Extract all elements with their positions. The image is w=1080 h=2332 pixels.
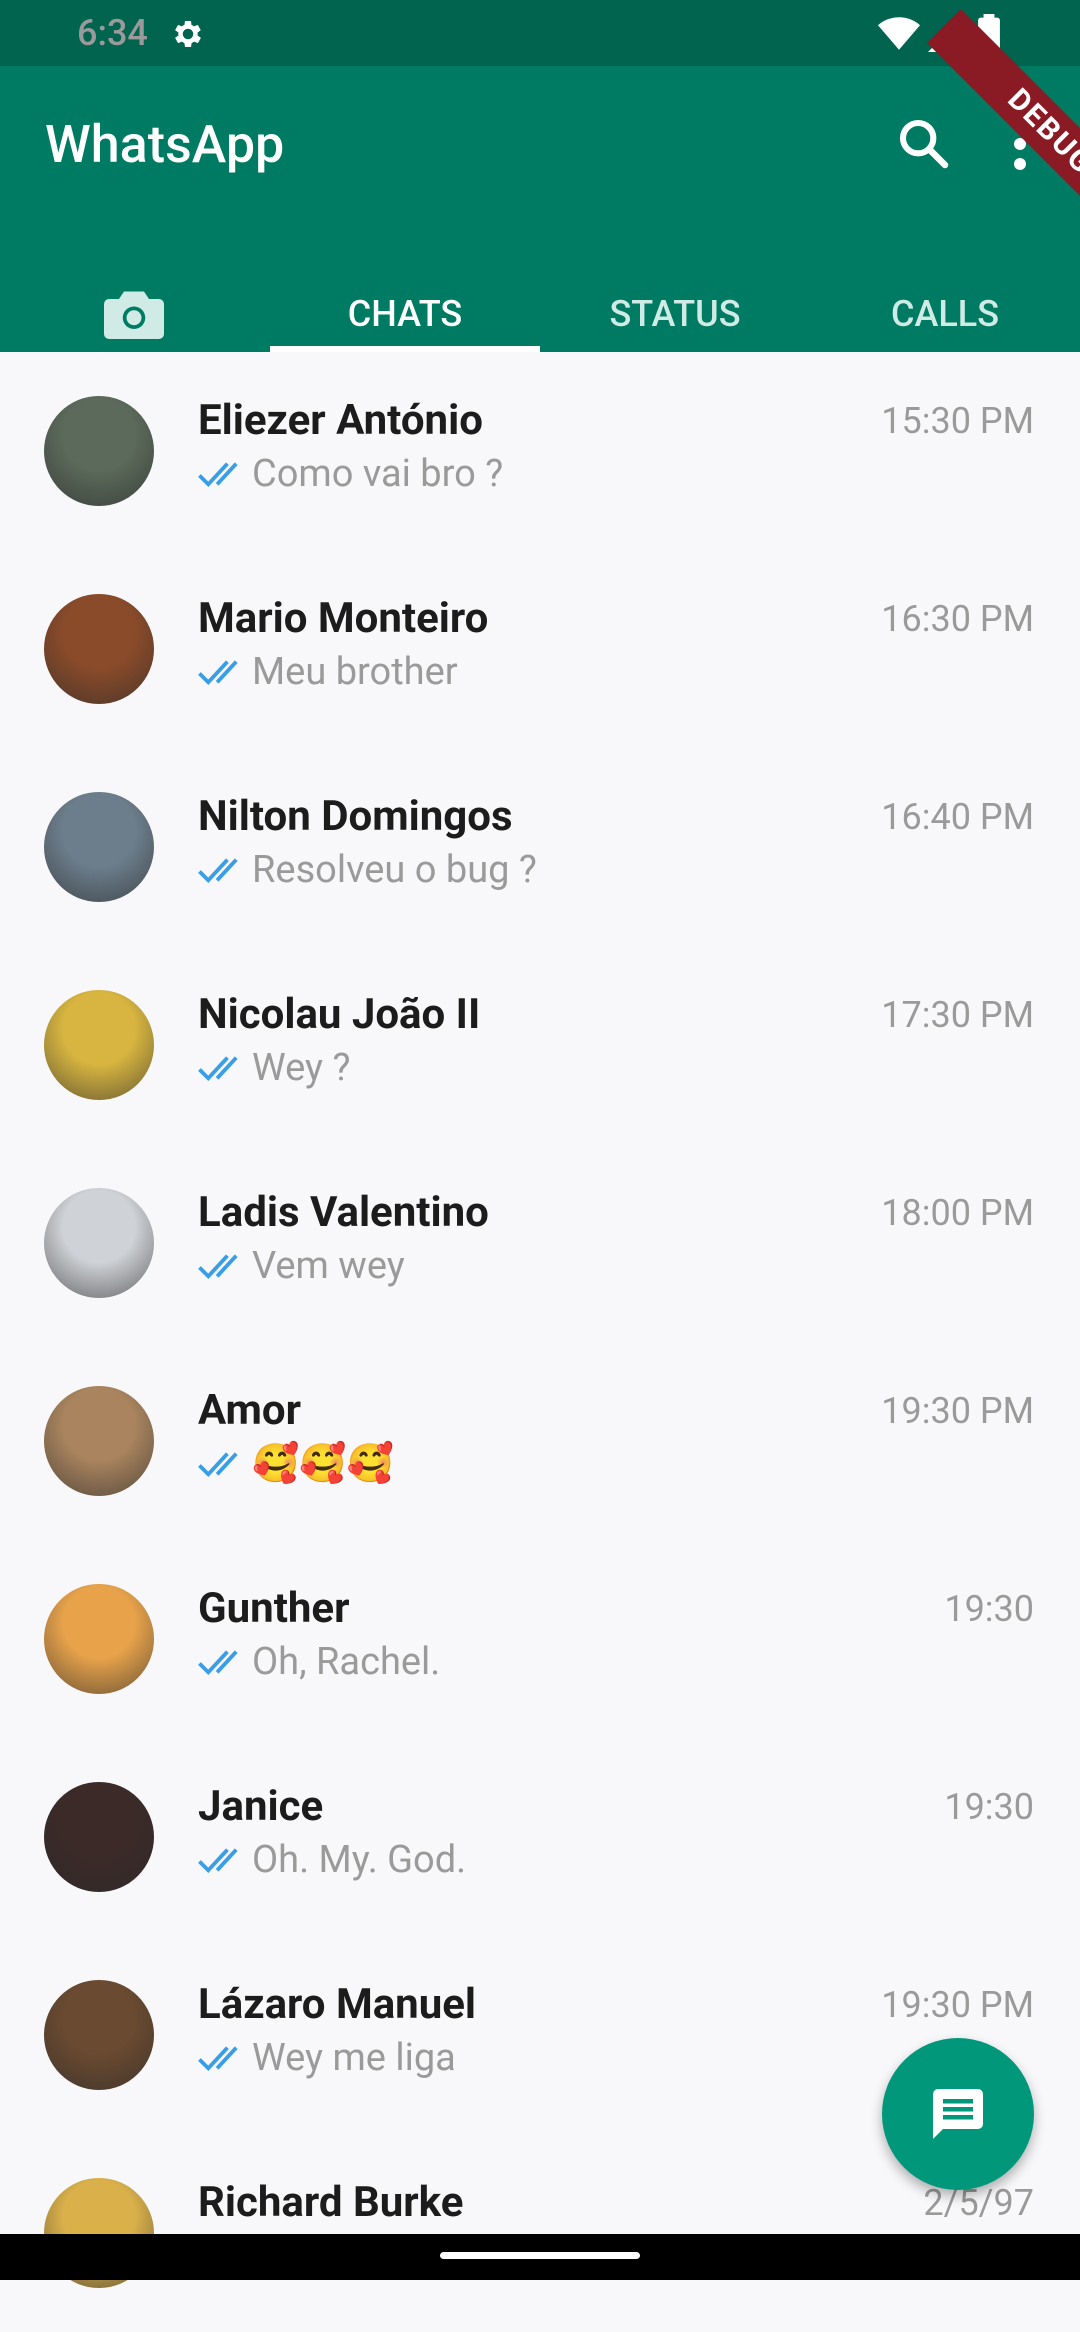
double-check-icon [198, 2046, 238, 2072]
message-icon [933, 2089, 983, 2139]
message-text: Oh, Rachel. [252, 1640, 441, 1684]
avatar[interactable] [44, 990, 154, 1100]
chat-row[interactable]: Eliezer António 15:30 PM Como vai bro ? [0, 352, 1080, 550]
message-preview: Oh. My. God. [198, 1838, 466, 1882]
double-check-icon [198, 858, 238, 884]
contact-name: Janice [198, 1782, 324, 1831]
new-chat-button[interactable] [882, 2038, 1034, 2190]
avatar[interactable] [44, 1980, 154, 2090]
message-preview: Vem wey [198, 1244, 405, 1288]
message-preview: Oh, Rachel. [198, 1640, 440, 1684]
message-text: Wey ? [252, 1046, 351, 1090]
status-bar: 6:34 [0, 0, 1080, 66]
tab-chats[interactable]: CHATS [270, 276, 540, 352]
double-check-icon [198, 660, 238, 686]
chat-row[interactable]: Janice 19:30 Oh. My. God. [0, 1738, 1080, 1936]
message-preview: 🥰🥰🥰 [198, 1442, 394, 1486]
contact-name: Amor [198, 1386, 302, 1435]
app-bar: WhatsApp DEBUG CHATS STATUS CALLS [0, 8, 1080, 352]
tab-calls[interactable]: CALLS [810, 276, 1080, 352]
message-preview: Meu brother [198, 650, 458, 694]
message-text: Meu brother [252, 650, 458, 694]
contact-name: Mario Monteiro [198, 594, 489, 643]
chat-row[interactable]: Gunther 19:30 Oh, Rachel. [0, 1540, 1080, 1738]
tab-chats-label: CHATS [347, 293, 463, 335]
gear-icon [175, 20, 201, 48]
contact-name: Eliezer António [198, 396, 483, 445]
double-check-icon [198, 1848, 238, 1874]
contact-name: Gunther [198, 1584, 350, 1633]
avatar[interactable] [44, 594, 154, 704]
message-time: 19:30 PM [881, 1390, 1034, 1432]
message-text: 🥰🥰🥰 [252, 1442, 394, 1486]
message-preview: Wey ? [198, 1046, 350, 1090]
wifi-icon [878, 17, 920, 50]
message-time: 18:00 PM [881, 1192, 1034, 1234]
double-check-icon [198, 462, 238, 488]
avatar[interactable] [44, 1782, 154, 1892]
tab-calls-label: CALLS [890, 293, 1000, 335]
message-text: Resolveu o bug ? [252, 848, 537, 892]
system-nav-bar [0, 2234, 1080, 2280]
tab-status-label: STATUS [609, 293, 741, 335]
message-time: 19:30 [944, 1588, 1034, 1630]
home-handle[interactable] [440, 2252, 640, 2259]
message-preview: Como vai bro ? [198, 452, 503, 496]
message-time: 16:40 PM [881, 796, 1034, 838]
chat-row[interactable]: Ladis Valentino 18:00 PM Vem wey [0, 1144, 1080, 1342]
contact-name: Nicolau João II [198, 990, 481, 1039]
message-time: 15:30 PM [881, 400, 1034, 442]
contact-name: Nilton Domingos [198, 792, 513, 841]
message-time: 2/5/97 [923, 2182, 1034, 2224]
app-title: WhatsApp [45, 114, 285, 175]
message-preview: Resolveu o bug ? [198, 848, 537, 892]
camera-icon [104, 291, 164, 339]
message-text: Wey me liga [252, 2036, 456, 2080]
tab-bar: CHATS STATUS CALLS [0, 276, 1080, 352]
search-icon[interactable] [896, 116, 952, 172]
avatar[interactable] [44, 1386, 154, 1496]
contact-name: Ladis Valentino [198, 1188, 489, 1237]
message-preview: Wey me liga [198, 2036, 456, 2080]
message-text: Como vai bro ? [252, 452, 504, 496]
message-time: 17:30 PM [881, 994, 1034, 1036]
double-check-icon [198, 1650, 238, 1676]
chat-row[interactable]: Mario Monteiro 16:30 PM Meu brother [0, 550, 1080, 748]
contact-name: Richard Burke [198, 2178, 464, 2227]
double-check-icon [198, 1056, 238, 1082]
avatar[interactable] [44, 792, 154, 902]
message-time: 19:30 PM [881, 1984, 1034, 2026]
avatar[interactable] [44, 1584, 154, 1694]
tab-camera[interactable] [0, 276, 270, 352]
chat-row[interactable]: Nicolau João II 17:30 PM Wey ? [0, 946, 1080, 1144]
message-time: 16:30 PM [881, 598, 1034, 640]
avatar[interactable] [44, 396, 154, 506]
contact-name: Lázaro Manuel [198, 1980, 477, 2029]
tab-status[interactable]: STATUS [540, 276, 810, 352]
double-check-icon [198, 1254, 238, 1280]
message-text: Vem wey [252, 1244, 405, 1288]
chat-row[interactable]: Amor 19:30 PM 🥰🥰🥰 [0, 1342, 1080, 1540]
message-text: Oh. My. God. [252, 1838, 467, 1882]
message-time: 19:30 [944, 1786, 1034, 1828]
double-check-icon [198, 1452, 238, 1478]
avatar[interactable] [44, 1188, 154, 1298]
chat-row[interactable]: Nilton Domingos 16:40 PM Resolveu o bug ? [0, 748, 1080, 946]
